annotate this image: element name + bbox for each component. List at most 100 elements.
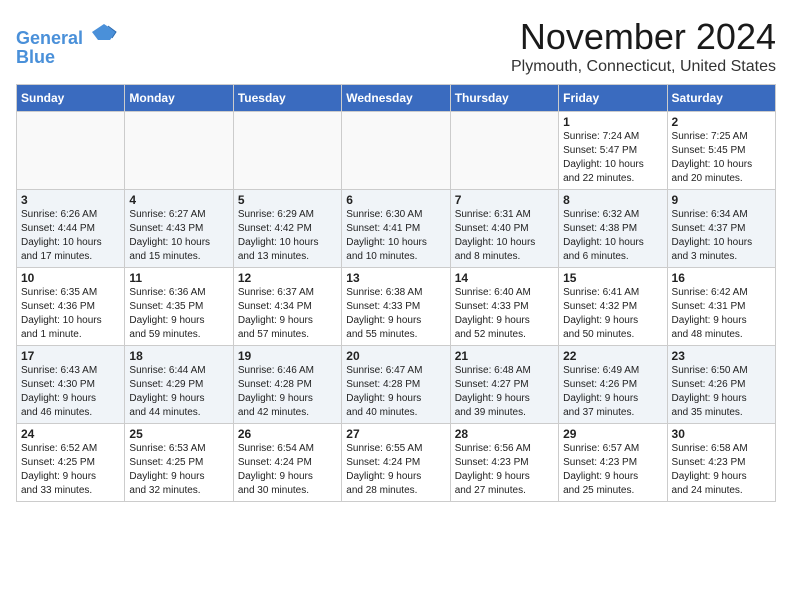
day-info: Sunrise: 6:29 AM Sunset: 4:42 PM Dayligh… bbox=[238, 208, 337, 264]
day-info: Sunrise: 6:57 AM Sunset: 4:23 PM Dayligh… bbox=[563, 442, 662, 498]
logo: General Blue bbox=[16, 20, 118, 68]
day-info: Sunrise: 7:24 AM Sunset: 5:47 PM Dayligh… bbox=[563, 130, 662, 186]
day-info: Sunrise: 6:38 AM Sunset: 4:33 PM Dayligh… bbox=[346, 286, 445, 342]
day-number: 29 bbox=[563, 427, 662, 441]
calendar-day-cell: 11Sunrise: 6:36 AM Sunset: 4:35 PM Dayli… bbox=[125, 268, 233, 346]
day-info: Sunrise: 6:47 AM Sunset: 4:28 PM Dayligh… bbox=[346, 364, 445, 420]
day-number: 22 bbox=[563, 349, 662, 363]
day-info: Sunrise: 7:25 AM Sunset: 5:45 PM Dayligh… bbox=[672, 130, 771, 186]
calendar-day-cell: 30Sunrise: 6:58 AM Sunset: 4:23 PM Dayli… bbox=[667, 424, 775, 502]
day-number: 1 bbox=[563, 115, 662, 129]
day-number: 20 bbox=[346, 349, 445, 363]
day-info: Sunrise: 6:55 AM Sunset: 4:24 PM Dayligh… bbox=[346, 442, 445, 498]
day-info: Sunrise: 6:36 AM Sunset: 4:35 PM Dayligh… bbox=[129, 286, 228, 342]
day-number: 12 bbox=[238, 271, 337, 285]
title-area: November 2024 Plymouth, Connecticut, Uni… bbox=[511, 16, 776, 76]
calendar-day-cell: 7Sunrise: 6:31 AM Sunset: 4:40 PM Daylig… bbox=[450, 190, 558, 268]
weekday-header: Wednesday bbox=[342, 85, 450, 112]
day-number: 27 bbox=[346, 427, 445, 441]
calendar-day-cell: 29Sunrise: 6:57 AM Sunset: 4:23 PM Dayli… bbox=[559, 424, 667, 502]
weekday-header: Monday bbox=[125, 85, 233, 112]
calendar-day-cell: 25Sunrise: 6:53 AM Sunset: 4:25 PM Dayli… bbox=[125, 424, 233, 502]
calendar-day-cell: 18Sunrise: 6:44 AM Sunset: 4:29 PM Dayli… bbox=[125, 346, 233, 424]
calendar-table: SundayMondayTuesdayWednesdayThursdayFrid… bbox=[16, 84, 776, 502]
calendar-day-cell: 5Sunrise: 6:29 AM Sunset: 4:42 PM Daylig… bbox=[233, 190, 341, 268]
logo-icon bbox=[90, 20, 118, 44]
calendar-header-row: SundayMondayTuesdayWednesdayThursdayFrid… bbox=[17, 85, 776, 112]
day-number: 19 bbox=[238, 349, 337, 363]
calendar-week-row: 1Sunrise: 7:24 AM Sunset: 5:47 PM Daylig… bbox=[17, 112, 776, 190]
calendar-day-cell: 23Sunrise: 6:50 AM Sunset: 4:26 PM Dayli… bbox=[667, 346, 775, 424]
day-number: 14 bbox=[455, 271, 554, 285]
weekday-header: Sunday bbox=[17, 85, 125, 112]
calendar-day-cell: 15Sunrise: 6:41 AM Sunset: 4:32 PM Dayli… bbox=[559, 268, 667, 346]
day-number: 21 bbox=[455, 349, 554, 363]
day-info: Sunrise: 6:27 AM Sunset: 4:43 PM Dayligh… bbox=[129, 208, 228, 264]
day-info: Sunrise: 6:52 AM Sunset: 4:25 PM Dayligh… bbox=[21, 442, 120, 498]
calendar-week-row: 17Sunrise: 6:43 AM Sunset: 4:30 PM Dayli… bbox=[17, 346, 776, 424]
day-number: 17 bbox=[21, 349, 120, 363]
location: Plymouth, Connecticut, United States bbox=[511, 58, 776, 76]
day-number: 26 bbox=[238, 427, 337, 441]
calendar-day-cell: 24Sunrise: 6:52 AM Sunset: 4:25 PM Dayli… bbox=[17, 424, 125, 502]
day-number: 28 bbox=[455, 427, 554, 441]
day-info: Sunrise: 6:31 AM Sunset: 4:40 PM Dayligh… bbox=[455, 208, 554, 264]
day-info: Sunrise: 6:42 AM Sunset: 4:31 PM Dayligh… bbox=[672, 286, 771, 342]
day-info: Sunrise: 6:54 AM Sunset: 4:24 PM Dayligh… bbox=[238, 442, 337, 498]
logo-text: General bbox=[16, 20, 118, 49]
calendar-day-cell bbox=[125, 112, 233, 190]
weekday-header: Tuesday bbox=[233, 85, 341, 112]
day-number: 2 bbox=[672, 115, 771, 129]
calendar-day-cell: 28Sunrise: 6:56 AM Sunset: 4:23 PM Dayli… bbox=[450, 424, 558, 502]
day-number: 7 bbox=[455, 193, 554, 207]
day-info: Sunrise: 6:41 AM Sunset: 4:32 PM Dayligh… bbox=[563, 286, 662, 342]
day-number: 10 bbox=[21, 271, 120, 285]
day-number: 25 bbox=[129, 427, 228, 441]
day-info: Sunrise: 6:34 AM Sunset: 4:37 PM Dayligh… bbox=[672, 208, 771, 264]
calendar-day-cell: 6Sunrise: 6:30 AM Sunset: 4:41 PM Daylig… bbox=[342, 190, 450, 268]
calendar-day-cell: 3Sunrise: 6:26 AM Sunset: 4:44 PM Daylig… bbox=[17, 190, 125, 268]
calendar-day-cell: 21Sunrise: 6:48 AM Sunset: 4:27 PM Dayli… bbox=[450, 346, 558, 424]
calendar-day-cell bbox=[17, 112, 125, 190]
calendar-day-cell: 26Sunrise: 6:54 AM Sunset: 4:24 PM Dayli… bbox=[233, 424, 341, 502]
day-info: Sunrise: 6:37 AM Sunset: 4:34 PM Dayligh… bbox=[238, 286, 337, 342]
page-header: General Blue November 2024 Plymouth, Con… bbox=[16, 16, 776, 76]
calendar-day-cell: 16Sunrise: 6:42 AM Sunset: 4:31 PM Dayli… bbox=[667, 268, 775, 346]
calendar-day-cell: 19Sunrise: 6:46 AM Sunset: 4:28 PM Dayli… bbox=[233, 346, 341, 424]
calendar-day-cell: 8Sunrise: 6:32 AM Sunset: 4:38 PM Daylig… bbox=[559, 190, 667, 268]
calendar-day-cell: 4Sunrise: 6:27 AM Sunset: 4:43 PM Daylig… bbox=[125, 190, 233, 268]
day-number: 8 bbox=[563, 193, 662, 207]
calendar-day-cell bbox=[342, 112, 450, 190]
calendar-day-cell: 9Sunrise: 6:34 AM Sunset: 4:37 PM Daylig… bbox=[667, 190, 775, 268]
day-info: Sunrise: 6:26 AM Sunset: 4:44 PM Dayligh… bbox=[21, 208, 120, 264]
month-title: November 2024 bbox=[511, 16, 776, 58]
day-number: 4 bbox=[129, 193, 228, 207]
day-info: Sunrise: 6:53 AM Sunset: 4:25 PM Dayligh… bbox=[129, 442, 228, 498]
day-info: Sunrise: 6:56 AM Sunset: 4:23 PM Dayligh… bbox=[455, 442, 554, 498]
day-number: 11 bbox=[129, 271, 228, 285]
day-info: Sunrise: 6:50 AM Sunset: 4:26 PM Dayligh… bbox=[672, 364, 771, 420]
calendar-day-cell: 22Sunrise: 6:49 AM Sunset: 4:26 PM Dayli… bbox=[559, 346, 667, 424]
day-info: Sunrise: 6:32 AM Sunset: 4:38 PM Dayligh… bbox=[563, 208, 662, 264]
calendar-day-cell: 17Sunrise: 6:43 AM Sunset: 4:30 PM Dayli… bbox=[17, 346, 125, 424]
day-number: 18 bbox=[129, 349, 228, 363]
day-number: 30 bbox=[672, 427, 771, 441]
day-info: Sunrise: 6:40 AM Sunset: 4:33 PM Dayligh… bbox=[455, 286, 554, 342]
calendar-day-cell: 20Sunrise: 6:47 AM Sunset: 4:28 PM Dayli… bbox=[342, 346, 450, 424]
day-number: 23 bbox=[672, 349, 771, 363]
day-info: Sunrise: 6:35 AM Sunset: 4:36 PM Dayligh… bbox=[21, 286, 120, 342]
day-number: 24 bbox=[21, 427, 120, 441]
calendar-day-cell: 13Sunrise: 6:38 AM Sunset: 4:33 PM Dayli… bbox=[342, 268, 450, 346]
day-info: Sunrise: 6:46 AM Sunset: 4:28 PM Dayligh… bbox=[238, 364, 337, 420]
weekday-header: Friday bbox=[559, 85, 667, 112]
day-info: Sunrise: 6:30 AM Sunset: 4:41 PM Dayligh… bbox=[346, 208, 445, 264]
calendar-week-row: 3Sunrise: 6:26 AM Sunset: 4:44 PM Daylig… bbox=[17, 190, 776, 268]
day-number: 6 bbox=[346, 193, 445, 207]
day-number: 15 bbox=[563, 271, 662, 285]
calendar-day-cell: 27Sunrise: 6:55 AM Sunset: 4:24 PM Dayli… bbox=[342, 424, 450, 502]
calendar-day-cell: 1Sunrise: 7:24 AM Sunset: 5:47 PM Daylig… bbox=[559, 112, 667, 190]
calendar-day-cell: 10Sunrise: 6:35 AM Sunset: 4:36 PM Dayli… bbox=[17, 268, 125, 346]
weekday-header: Thursday bbox=[450, 85, 558, 112]
calendar-week-row: 24Sunrise: 6:52 AM Sunset: 4:25 PM Dayli… bbox=[17, 424, 776, 502]
day-info: Sunrise: 6:49 AM Sunset: 4:26 PM Dayligh… bbox=[563, 364, 662, 420]
